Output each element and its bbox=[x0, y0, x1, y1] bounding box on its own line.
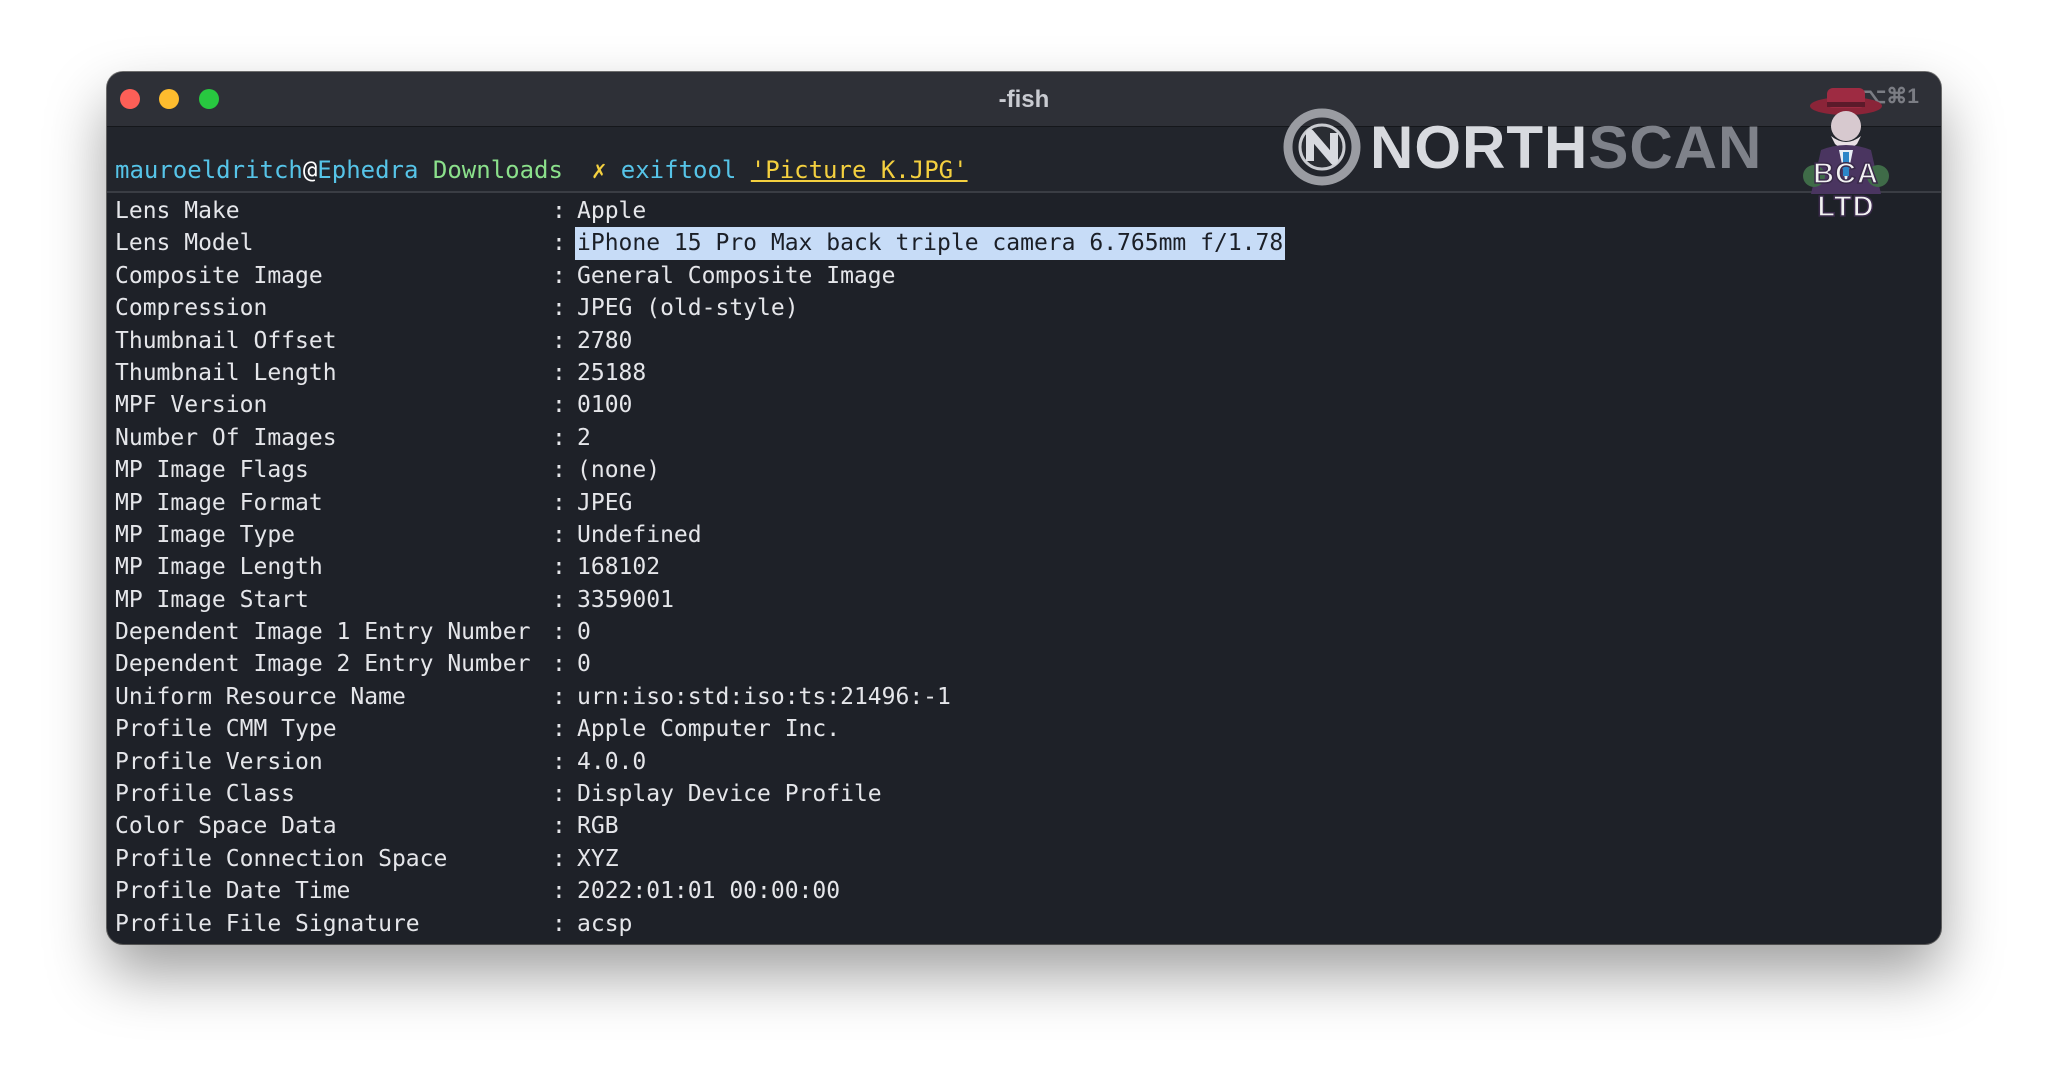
prompt-at: @ bbox=[302, 156, 318, 184]
output-value[interactable]: RGB bbox=[577, 810, 619, 842]
northscan-watermark-logo: NORTHSCAN bbox=[1282, 102, 1762, 192]
output-key: MP Image Flags bbox=[115, 457, 309, 484]
output-value[interactable]: XYZ bbox=[577, 843, 619, 875]
output-separator: : bbox=[552, 554, 566, 581]
output-value[interactable]: 3359001 bbox=[577, 584, 674, 616]
bca-ltd-watermark-badge: BCA LTD bbox=[1781, 84, 1911, 224]
output-value[interactable]: 25188 bbox=[577, 357, 646, 389]
output-key: Lens Make bbox=[115, 198, 240, 224]
output-key: Thumbnail Length bbox=[115, 359, 337, 386]
output-key: Profile Class bbox=[115, 781, 296, 808]
output-value[interactable]: (none) bbox=[577, 454, 660, 486]
output-key: Lens Model bbox=[115, 230, 254, 257]
output-value[interactable]: 0100 bbox=[577, 389, 632, 421]
output-separator: : bbox=[552, 716, 566, 743]
output-separator: : bbox=[552, 521, 566, 548]
selected-output-value[interactable]: iPhone 15 Pro Max back triple camera 6.7… bbox=[575, 227, 1286, 260]
output-key: Profile CMM Type bbox=[115, 716, 337, 743]
output-separator: : bbox=[552, 910, 566, 937]
badge-text: BCA LTD bbox=[1812, 157, 1879, 224]
output-value[interactable]: Apple bbox=[577, 195, 646, 227]
output-value[interactable]: JPEG bbox=[577, 487, 632, 519]
output-separator: : bbox=[552, 457, 566, 484]
output-key: MP Image Length bbox=[115, 554, 323, 581]
output-value[interactable]: Undefined bbox=[577, 519, 702, 551]
output-key: Profile Connection Space bbox=[115, 845, 448, 872]
prompt-command: exiftool bbox=[620, 156, 737, 184]
output-separator: : bbox=[552, 262, 566, 289]
output-key: Dependent Image 2 Entry Number bbox=[115, 651, 531, 678]
logo-north-text: NORTH bbox=[1370, 113, 1589, 181]
output-value[interactable]: JPEG (old-style) bbox=[577, 292, 799, 324]
prompt-user: mauroeldritch bbox=[115, 156, 303, 184]
prompt-status-icon: ✗ bbox=[591, 156, 607, 184]
output-key: Profile Date Time bbox=[115, 878, 351, 905]
output-separator: : bbox=[552, 327, 566, 354]
output-separator: : bbox=[552, 651, 566, 678]
output-value[interactable]: 168102 bbox=[577, 551, 660, 583]
output-value[interactable]: acsp bbox=[577, 908, 632, 940]
output-separator: : bbox=[552, 295, 566, 322]
prompt-host: Ephedra bbox=[317, 156, 419, 184]
output-separator: : bbox=[552, 813, 566, 840]
output-value[interactable]: Apple Computer Inc. bbox=[577, 713, 840, 745]
output-key: Profile File Signature bbox=[115, 910, 420, 937]
output-value[interactable]: 2022:01:01 00:00:00 bbox=[577, 875, 840, 907]
output-separator: : bbox=[552, 392, 566, 419]
output-key: MP Image Start bbox=[115, 586, 309, 613]
output-value[interactable]: 4.0.0 bbox=[577, 746, 646, 778]
output-separator: : bbox=[552, 683, 566, 710]
output-key: MP Image Format bbox=[115, 489, 323, 516]
terminal-window[interactable]: -fish ⌥⌘1 mauroeldritch@Ephedra Download… bbox=[107, 72, 1941, 944]
output-separator: : bbox=[552, 748, 566, 775]
output-value[interactable]: Display Device Profile bbox=[577, 778, 882, 810]
logo-scan-text: SCAN bbox=[1588, 113, 1763, 181]
prompt-directory: Downloads bbox=[432, 156, 563, 184]
output-separator: : bbox=[552, 845, 566, 872]
output-key: MP Image Type bbox=[115, 521, 296, 548]
output-separator: : bbox=[552, 878, 566, 905]
prompt-argument: 'Picture K.JPG' bbox=[750, 156, 968, 184]
shell-prompt[interactable]: mauroeldritch@Ephedra Downloads ✗ exifto… bbox=[115, 158, 968, 182]
output-separator: : bbox=[552, 230, 566, 257]
output-key: Profile Version bbox=[115, 748, 323, 775]
output-key: Thumbnail Offset bbox=[115, 327, 337, 354]
output-separator: : bbox=[552, 424, 566, 451]
output-value[interactable]: 2 bbox=[577, 422, 591, 454]
output-key: Color Space Data bbox=[115, 813, 337, 840]
output-value[interactable]: General Composite Image bbox=[577, 260, 896, 292]
output-value[interactable]: urn:iso:std:iso:ts:21496:-1 bbox=[577, 681, 951, 713]
output-separator: : bbox=[552, 359, 566, 386]
output-value[interactable]: 2780 bbox=[577, 325, 632, 357]
output-value[interactable]: 0 bbox=[577, 616, 591, 648]
output-separator: : bbox=[552, 198, 566, 224]
output-key: Number Of Images bbox=[115, 424, 337, 451]
output-separator: : bbox=[552, 489, 566, 516]
output-value[interactable]: 0 bbox=[577, 648, 591, 680]
output-separator: : bbox=[552, 781, 566, 808]
output-key: Composite Image bbox=[115, 262, 323, 289]
northscan-logo-icon bbox=[1283, 108, 1361, 186]
output-key: MPF Version bbox=[115, 392, 268, 419]
output-separator: : bbox=[552, 586, 566, 613]
output-key: Dependent Image 1 Entry Number bbox=[115, 619, 531, 646]
output-key: Uniform Resource Name bbox=[115, 683, 406, 710]
output-separator: : bbox=[552, 619, 566, 646]
output-key: Compression bbox=[115, 295, 268, 322]
